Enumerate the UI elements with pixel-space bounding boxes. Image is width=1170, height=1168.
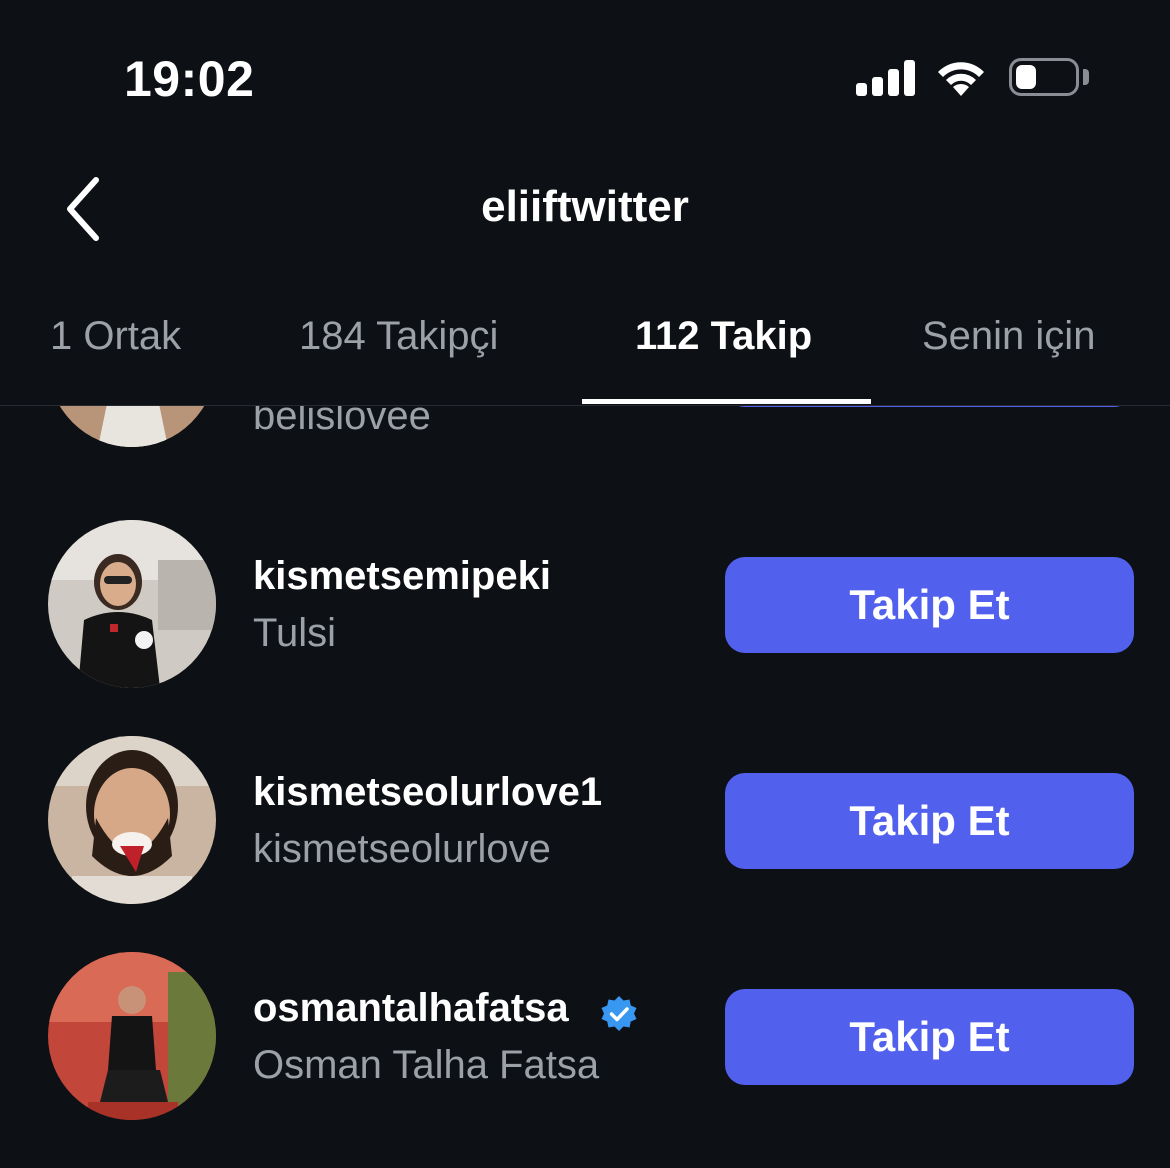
- tab-mutual[interactable]: 1 Ortak: [50, 314, 181, 359]
- tab-bar: 1 Ortak 184 Takipçi 112 Takip Senin için: [0, 300, 1170, 406]
- wifi-icon: [934, 56, 988, 103]
- battery-cap: [1083, 69, 1089, 85]
- tab-followers[interactable]: 184 Takipçi: [299, 314, 498, 359]
- page-title: eliiftwitter: [481, 182, 689, 231]
- follow-button[interactable]: Takip Et: [725, 989, 1134, 1085]
- full-name: belislovee: [253, 406, 431, 438]
- full-name: kismetseolurlove: [253, 827, 551, 871]
- active-tab-indicator: [582, 399, 871, 404]
- avatar[interactable]: [48, 406, 216, 447]
- status-bar: 19:02: [0, 0, 1170, 150]
- follow-button[interactable]: Takip Et: [725, 773, 1134, 869]
- list-item[interactable]: osmantalhafatsa Osman Talha Fatsa Takip …: [0, 952, 1170, 1122]
- username: kismetseolurlove1: [253, 770, 603, 814]
- verified-badge-icon: [601, 996, 637, 1031]
- battery-icon: [1009, 58, 1079, 96]
- avatar[interactable]: [48, 520, 216, 688]
- follow-button[interactable]: Takip Et: [725, 557, 1134, 653]
- full-name: Osman Talha Fatsa: [253, 1043, 600, 1087]
- avatar[interactable]: [48, 736, 216, 904]
- tab-for-you[interactable]: Senin için: [922, 314, 1095, 359]
- follow-button[interactable]: [725, 406, 1134, 407]
- signal-icon: [856, 60, 916, 96]
- following-list[interactable]: belislovee kismetsemipeki Tulsi Takip Et: [0, 406, 1170, 1168]
- avatar[interactable]: [48, 952, 216, 1120]
- username: kismetsemipeki: [253, 554, 551, 598]
- full-name: Tulsi: [253, 611, 336, 655]
- status-time: 19:02: [124, 51, 255, 107]
- nav-header: eliiftwitter: [0, 150, 1170, 270]
- list-item[interactable]: kismetsemipeki Tulsi Takip Et: [0, 520, 1170, 690]
- list-item[interactable]: kismetseolurlove1 kismetseolurlove Takip…: [0, 736, 1170, 906]
- battery-level: [1016, 65, 1036, 89]
- username: osmantalhafatsa: [253, 986, 569, 1030]
- list-item[interactable]: belislovee: [0, 406, 1170, 447]
- tab-following[interactable]: 112 Takip: [635, 314, 812, 359]
